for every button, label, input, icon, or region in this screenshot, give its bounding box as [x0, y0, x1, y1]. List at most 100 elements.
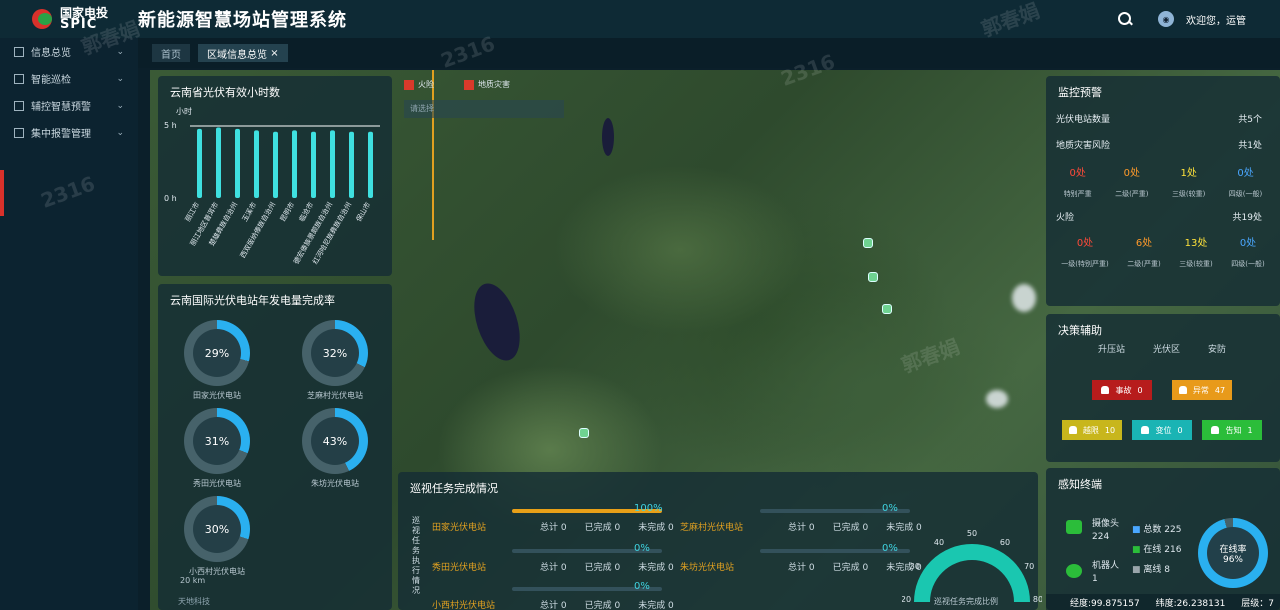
- legend-fire[interactable]: 火险: [404, 79, 434, 90]
- decision-count: 0: [1177, 425, 1183, 435]
- task-done: 已完成 0: [832, 523, 869, 533]
- sidebar-item-label: 智能巡检: [31, 75, 71, 86]
- user-avatar-icon[interactable]: ◉: [1158, 11, 1174, 27]
- patrol-row[interactable]: 朱坊光伏电站 总计 0 已完成 0 未完成 0: [680, 560, 940, 573]
- decision-button-0[interactable]: 事故 0: [1092, 380, 1152, 400]
- patrol-percent: 0%: [634, 581, 650, 592]
- warning-level: 四级(一般): [1231, 260, 1265, 268]
- ring-value: 32%: [311, 329, 359, 377]
- decision-button-4[interactable]: 告知 1: [1202, 420, 1262, 440]
- warning-cell[interactable]: 0处四级(一般): [1229, 164, 1262, 199]
- warning-cell[interactable]: 0处 二级(严重): [1115, 164, 1148, 199]
- warning-cell[interactable]: 0处 特别严重: [1064, 164, 1092, 199]
- cloud: [986, 390, 1008, 408]
- warning-cell[interactable]: 0处 一级(特别严重): [1061, 234, 1108, 269]
- sidebar-item-1[interactable]: 智能巡检 ⌄: [0, 65, 138, 92]
- bell-icon: [1068, 426, 1077, 434]
- decision-button-3[interactable]: 变位 0: [1132, 420, 1192, 440]
- warning-level: 特别严重: [1063, 190, 1092, 198]
- grid-icon: [14, 46, 24, 57]
- ring-label: 田家光伏电站: [193, 391, 241, 400]
- bar[interactable]: [292, 130, 297, 198]
- tab-pv-area[interactable]: 光伏区: [1153, 342, 1180, 355]
- sidebar-item-label: 集中报警管理: [31, 129, 91, 140]
- warning-level: 四级(一般): [1228, 190, 1263, 198]
- station-search-input[interactable]: 请选择: [404, 100, 564, 118]
- ring-label: 朱坊光伏电站: [311, 479, 359, 488]
- patrol-row[interactable]: 秀田光伏电站 总计 0 已完成 0 未完成 0: [432, 560, 692, 573]
- x-tick-label: 丽江市: [183, 201, 201, 224]
- tab-security[interactable]: 安防: [1208, 342, 1226, 355]
- tab-home[interactable]: 首页: [152, 44, 190, 62]
- online-rate-ring: 在线率 96%: [1198, 518, 1268, 588]
- warning-count: 0处: [1123, 168, 1140, 179]
- bar[interactable]: [330, 130, 335, 198]
- warning-count: 0处: [1237, 168, 1254, 179]
- bar[interactable]: [273, 131, 278, 198]
- decision-button-2[interactable]: 越限 10: [1062, 420, 1122, 440]
- decision-button-1[interactable]: 异常 47: [1172, 380, 1232, 400]
- bar[interactable]: [216, 127, 221, 198]
- lake: [465, 277, 529, 367]
- panel-monitor-warning: 监控预警 光伏电站数量 共5个 地质灾害风险 共1处 0处 特别严重 0处 二级(严重) 1…: [1046, 76, 1280, 306]
- bar[interactable]: [197, 128, 202, 198]
- panel-generation-rate: 云南国际光伏电站年发电量完成率 29% 田家光伏电站 32% 芝麻村光伏电站 31% 秀田…: [158, 284, 392, 610]
- gauge-tick: 50: [967, 529, 977, 538]
- task-undone: 未完成 0: [638, 523, 674, 533]
- bar[interactable]: [235, 128, 240, 198]
- gauge-caption: 巡视任务完成比例: [934, 597, 998, 606]
- warning-cell[interactable]: 0处 四级(一般): [1231, 234, 1264, 269]
- fire-icon: [404, 79, 414, 90]
- ring-value: 30%: [193, 505, 241, 553]
- decision-label: 异常: [1192, 385, 1209, 395]
- task-total: 总计 0: [540, 523, 567, 533]
- patrol-side-label: 巡视任务执行情况: [412, 516, 420, 595]
- decision-label: 越限: [1082, 425, 1099, 435]
- red-accent: [0, 170, 4, 216]
- map-legend: 火险 地质灾害: [404, 79, 510, 90]
- station-pin[interactable]: [579, 428, 589, 438]
- gauge-tick: 20: [902, 595, 911, 604]
- bar[interactable]: [311, 131, 316, 198]
- bar[interactable]: [368, 131, 373, 198]
- welcome-user[interactable]: 欢迎您，运管: [1186, 12, 1246, 27]
- panel-sensing-terminals: 感知终端 摄像头 224 机器人 1 ■ 总数 225 ■ 在线 216 ■ 离线 …: [1046, 468, 1280, 610]
- task-total: 总计 0: [788, 563, 815, 573]
- zoom-level-readout: 层级：7: [1241, 598, 1274, 609]
- station-pin[interactable]: [882, 304, 892, 314]
- gauge-tick: 40: [934, 538, 944, 547]
- bar[interactable]: [254, 130, 259, 198]
- search-icon[interactable]: [1118, 12, 1132, 26]
- close-icon[interactable]: ×: [270, 48, 278, 59]
- decision-count: 1: [1247, 425, 1253, 435]
- warning-cell[interactable]: 13处 三级(较重): [1179, 234, 1212, 269]
- monitor-icon: [14, 73, 24, 84]
- camera-label: 摄像头: [1092, 519, 1120, 529]
- x-tick-label: 西双版纳傣族自治州: [238, 201, 277, 260]
- patrol-row[interactable]: 小西村光伏电站 总计 0 已完成 0 未完成 0: [432, 598, 692, 610]
- station-pin[interactable]: [868, 272, 878, 282]
- chevron-down-icon: ⌄: [116, 100, 124, 111]
- station-pin[interactable]: [863, 238, 873, 248]
- tab-region-overview[interactable]: 区域信息总览 ×: [198, 44, 288, 62]
- patrol-percent: 0%: [634, 543, 650, 554]
- panel-title: 感知终端: [1058, 478, 1102, 491]
- x-tick-label: 玉溪市: [240, 201, 258, 224]
- warning-cell[interactable]: 6处 二级(严重): [1127, 234, 1160, 269]
- task-undone: 未完成 0: [638, 601, 674, 610]
- ring-value: 43%: [311, 417, 359, 465]
- map-scale: 20 km: [180, 576, 206, 585]
- warning-level: 三级(较重): [1171, 190, 1206, 198]
- legend-geo[interactable]: 地质灾害: [464, 79, 510, 90]
- chart-icon: [14, 100, 24, 111]
- sidebar-item-3[interactable]: 集中报警管理 ⌄: [0, 119, 138, 146]
- tab-booster-station[interactable]: 升压站: [1098, 342, 1125, 355]
- patrol-row[interactable]: 芝麻村光伏电站 总计 0 已完成 0 未完成 0: [680, 520, 940, 533]
- top-header: 国家电投 SPIC 新能源智慧场站管理系统 ◉ 欢迎您，运管: [0, 0, 1280, 38]
- warning-cell[interactable]: 1处 三级(较重): [1172, 164, 1205, 199]
- bar[interactable]: [349, 131, 354, 198]
- decision-count: 47: [1214, 385, 1226, 395]
- patrol-row[interactable]: 田家光伏电站 总计 0 已完成 0 未完成 0: [432, 520, 692, 533]
- sidebar-item-2[interactable]: 辅控智慧预警 ⌄: [0, 92, 138, 119]
- task-total: 总计 0: [540, 563, 567, 573]
